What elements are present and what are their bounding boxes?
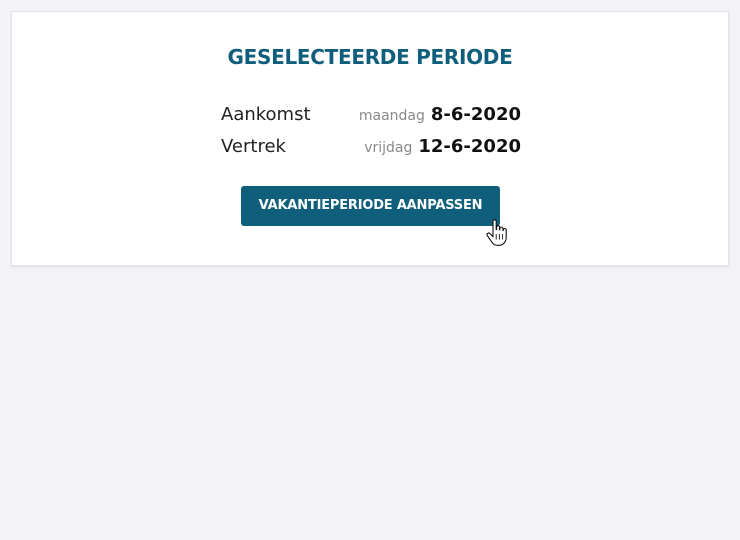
card-title: GESELECTEERDE PERIODE <box>227 45 513 69</box>
arrival-weekday: maandag <box>358 108 425 124</box>
departure-weekday: vrijdag <box>364 140 413 156</box>
hand-pointer-icon <box>486 219 507 246</box>
arrival-date: 8-6-2020 <box>430 104 521 125</box>
departure-row: Vertrek vrijdag 12-6-2020 <box>221 134 521 160</box>
arrival-row: Aankomst maandag 8-6-2020 <box>221 102 521 128</box>
selected-period-card: GESELECTEERDE PERIODE Aankomst maandag 8-… <box>11 11 729 266</box>
departure-label: Vertrek <box>221 136 286 157</box>
arrival-label: Aankomst <box>221 104 311 125</box>
departure-date: 12-6-2020 <box>418 136 521 157</box>
departure-date-group: vrijdag 12-6-2020 <box>364 134 521 161</box>
change-holiday-period-button[interactable]: VAKANTIEPERIODE AANPASSEN <box>241 186 500 226</box>
arrival-date-group: maandag 8-6-2020 <box>359 102 521 129</box>
